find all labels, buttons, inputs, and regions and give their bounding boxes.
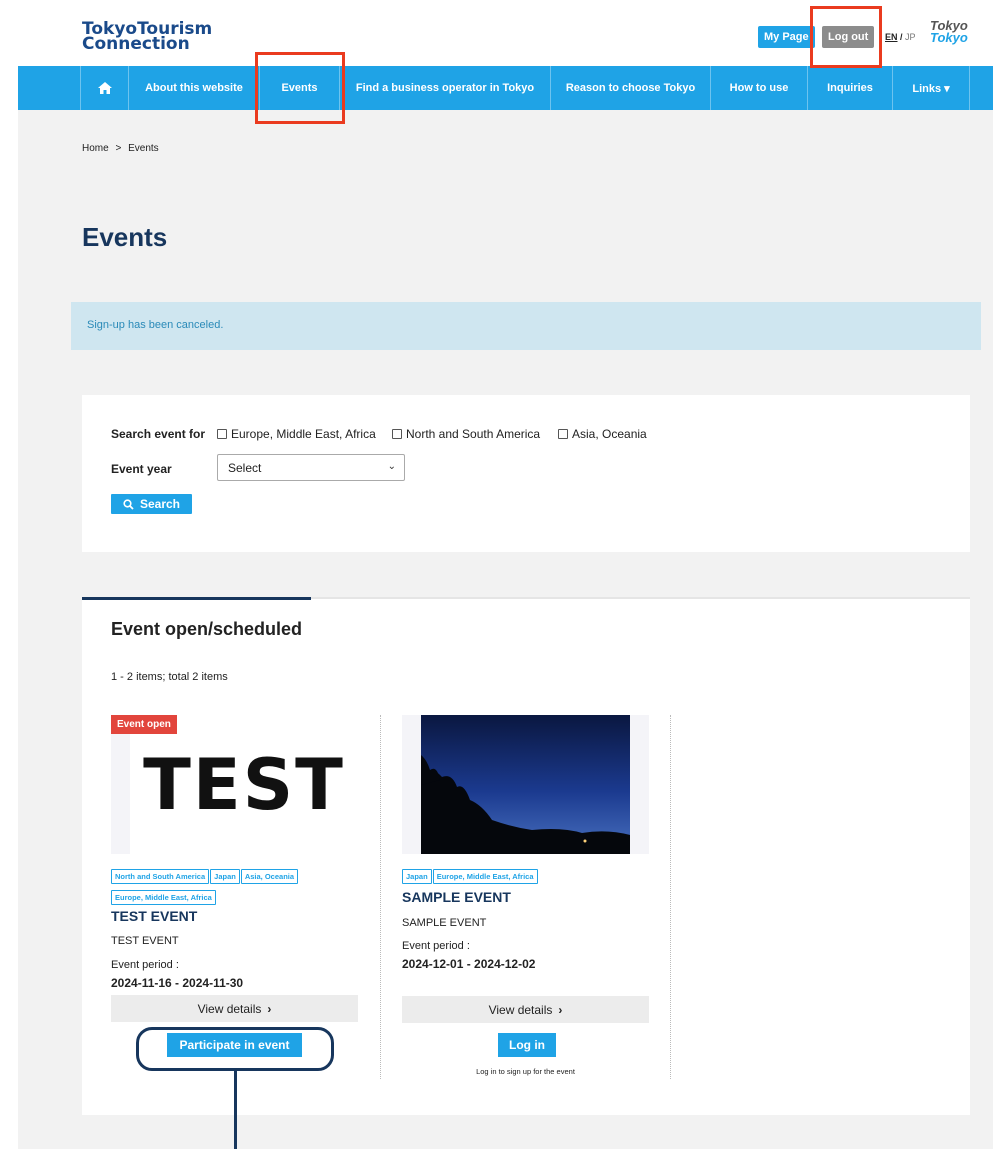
event-thumbnail[interactable]: TEST [111, 715, 358, 854]
event-year-label: Event year [111, 462, 172, 476]
result-count: 1 - 2 items; total 2 items [111, 671, 228, 683]
card-divider [380, 715, 381, 1079]
search-panel: Search event for Europe, Middle East, Af… [82, 395, 970, 552]
tokyo-logo-bottom: Tokyo [930, 30, 968, 45]
lang-separator: / [897, 32, 906, 42]
nav-links[interactable]: Links ▾ [892, 66, 970, 110]
event-card-test: TEST Event open North and South America J… [111, 715, 358, 1079]
event-card-sample: Japan Europe, Middle East, Africa SAMPLE … [402, 715, 649, 1079]
region-checkbox-asia[interactable]: Asia, Oceania [558, 427, 647, 441]
checkbox[interactable] [392, 429, 402, 439]
home-icon [97, 82, 112, 94]
checkbox-label: North and South America [406, 427, 541, 441]
card-divider [670, 715, 671, 1079]
breadcrumb-separator: > [115, 143, 122, 154]
chevron-right-icon: › [267, 1001, 272, 1016]
my-page-button[interactable]: My Page [758, 26, 815, 48]
search-button[interactable]: Search [111, 494, 192, 514]
nav-find-operator[interactable]: Find a business operator in Tokyo [339, 66, 550, 110]
view-details-button[interactable]: View details › [111, 995, 358, 1022]
breadcrumb: Home > Events [82, 143, 159, 154]
night-sky-image [402, 715, 649, 854]
event-period-label: Event period : [402, 940, 470, 952]
nav-home[interactable] [80, 66, 128, 110]
nav-about[interactable]: About this website [128, 66, 259, 110]
view-details-label: View details [488, 1002, 553, 1017]
tokyo-tokyo-logo[interactable]: Tokyo Tokyo [930, 19, 968, 45]
logo-line2: Connection [82, 34, 190, 54]
search-icon [123, 498, 134, 510]
login-note: Log in to sign up for the event [476, 1067, 575, 1076]
event-period-label: Event period : [111, 959, 179, 971]
participate-callout-box [136, 1027, 334, 1071]
status-badge: Event open [111, 715, 177, 734]
active-tab-indicator [82, 597, 311, 600]
checkbox[interactable] [217, 429, 227, 439]
region-tag: Europe, Middle East, Africa [111, 890, 216, 905]
page-title: Events [82, 222, 168, 252]
login-button[interactable]: Log in [498, 1033, 556, 1057]
region-tag: North and South America [111, 869, 210, 884]
event-description: TEST EVENT [111, 935, 179, 947]
events-highlight-box [255, 52, 345, 124]
logout-highlight-box [810, 6, 882, 68]
region-tag: Europe, Middle East, Africa [432, 869, 538, 884]
thumbnail-text: TEST [130, 715, 358, 854]
checkbox-label: Asia, Oceania [572, 427, 647, 441]
nav-inquiries[interactable]: Inquiries [807, 66, 892, 110]
main-nav: About this website Events Find a busines… [18, 66, 993, 110]
region-tags: North and South America Japan Asia, Oceani… [111, 866, 358, 908]
tab-border [311, 597, 970, 599]
region-checkbox-americas[interactable]: North and South America [392, 427, 540, 441]
breadcrumb-current: Events [128, 143, 159, 154]
chevron-down-icon: ⌄ [387, 461, 396, 472]
lang-en-link[interactable]: EN [885, 32, 898, 42]
search-label: Search event for [111, 427, 206, 441]
event-period: 2024-12-01 - 2024-12-02 [402, 957, 536, 971]
region-tags: Japan Europe, Middle East, Africa [402, 866, 649, 887]
nav-reason[interactable]: Reason to choose Tokyo [550, 66, 710, 110]
breadcrumb-home[interactable]: Home [82, 143, 109, 154]
event-period: 2024-11-16 - 2024-11-30 [111, 976, 244, 990]
chevron-right-icon: › [558, 1002, 563, 1017]
site-logo[interactable]: TokyoTourism Connection [82, 21, 212, 54]
event-thumbnail[interactable] [402, 715, 649, 854]
event-title: SAMPLE EVENT [402, 889, 511, 905]
region-checkbox-emea[interactable]: Europe, Middle East, Africa [217, 427, 376, 441]
checkbox[interactable] [558, 429, 568, 439]
view-details-button[interactable]: View details › [402, 996, 649, 1023]
section-title: Event open/scheduled [111, 619, 303, 639]
checkbox-label: Europe, Middle East, Africa [231, 427, 376, 441]
lang-jp-link[interactable]: JP [905, 32, 916, 42]
language-switch: EN / JP [885, 32, 916, 42]
event-title: TEST EVENT [111, 908, 198, 924]
event-year-select[interactable]: Select ⌄ [217, 454, 405, 481]
status-alert: Sign-up has been canceled. [71, 302, 981, 350]
region-tag: Asia, Oceania [240, 869, 299, 884]
view-details-label: View details [197, 1001, 262, 1016]
region-tag: Japan [402, 869, 432, 884]
region-tag: Japan [210, 869, 240, 884]
callout-pointer-line [234, 1070, 237, 1149]
select-value: Select [228, 461, 262, 475]
search-button-label: Search [139, 497, 181, 511]
nav-how-to-use[interactable]: How to use [710, 66, 807, 110]
event-description: SAMPLE EVENT [402, 917, 487, 929]
